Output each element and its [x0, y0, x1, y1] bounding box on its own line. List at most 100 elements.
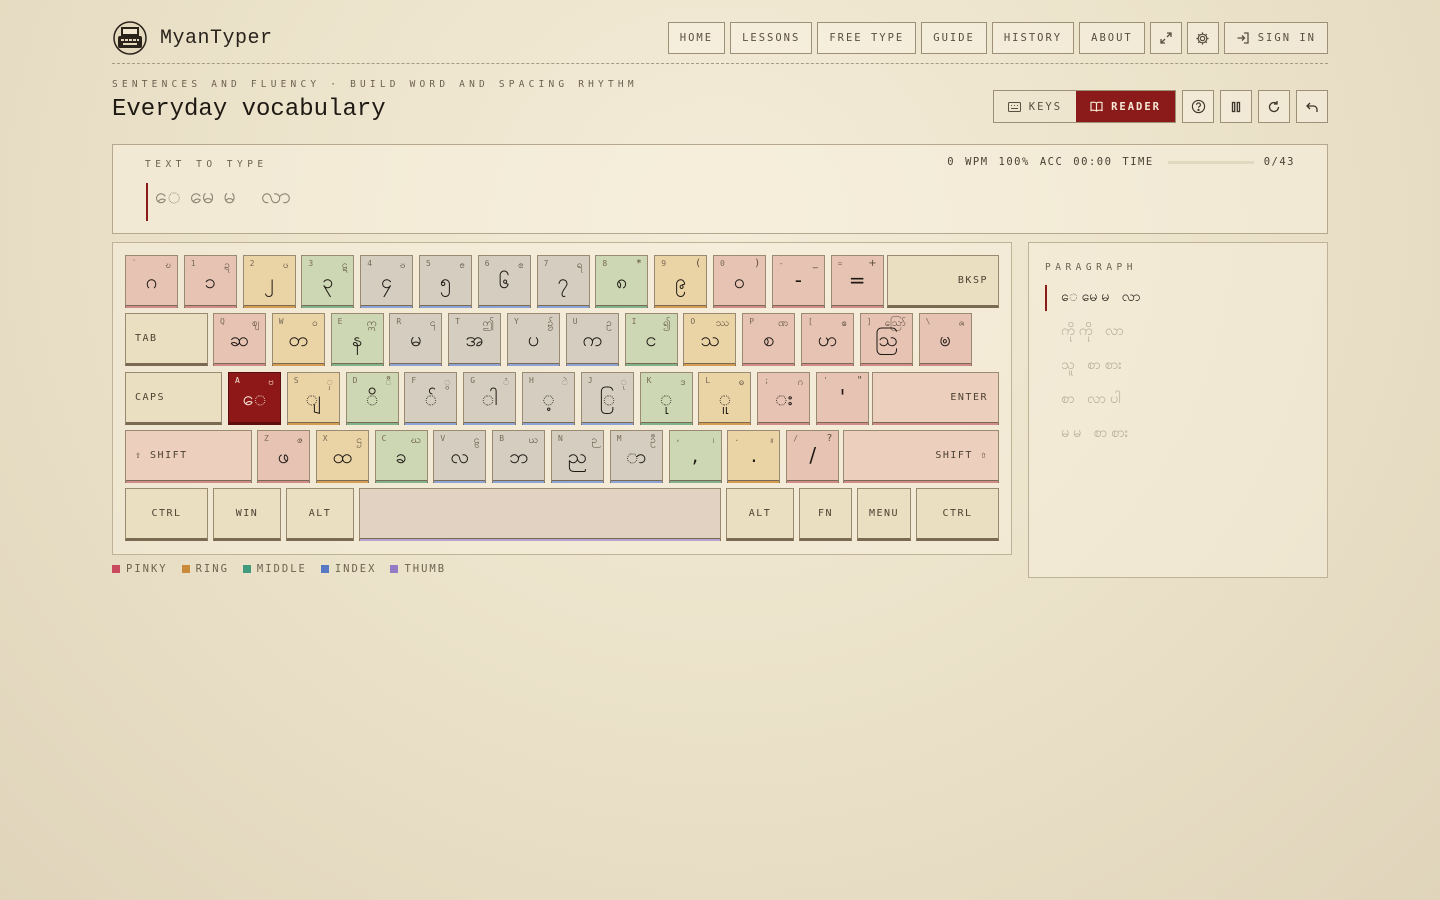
key-z[interactable]: Zဇဖ — [257, 430, 310, 483]
accuracy-label: ACC — [1039, 156, 1064, 168]
left-ctrl-key[interactable]: CTRL — [125, 488, 208, 541]
key-4[interactable]: 4ၓ၄ — [360, 255, 414, 308]
target-text[interactable]: ေမေမ လာ — [155, 181, 300, 214]
reader-mode-button[interactable]: READER — [1076, 91, 1175, 122]
key-7[interactable]: 7ရ၇ — [536, 255, 590, 308]
key-latin-label: 3 — [308, 259, 314, 268]
finger-underline — [346, 423, 398, 425]
key-g[interactable]: Gံါ — [463, 372, 517, 425]
key-2[interactable]: 2ၒ၂ — [242, 255, 296, 308]
space-key[interactable] — [359, 488, 721, 541]
key-a[interactable]: A ဗေ — [228, 372, 281, 425]
key-main-char: ဘ — [509, 444, 529, 468]
sign-in-button[interactable]: SIGN IN — [1223, 22, 1328, 54]
key-9[interactable]: 9(၉ — [654, 255, 708, 308]
nav-history-button[interactable]: HISTORY — [991, 22, 1075, 54]
key-latin-label: L — [705, 376, 711, 385]
key-;[interactable]: ; ဂး — [757, 372, 811, 425]
key-`[interactable]: ` ဎဂ — [125, 255, 178, 308]
key-0[interactable]: 0) ၀ — [713, 255, 766, 308]
key-f[interactable]: Fွ် — [404, 372, 458, 425]
key-label: SHIFT ⇧ — [935, 450, 988, 461]
right-shift-key[interactable]: SHIFT ⇧ — [843, 430, 999, 483]
key-d[interactable]: Dီိ — [345, 372, 399, 425]
key-i[interactable]: I ၍င — [624, 313, 678, 366]
key-t[interactable]: Tဤအ — [448, 313, 502, 366]
key-y[interactable]: Y ၌ပ — [507, 313, 560, 366]
key-u[interactable]: Uဥက — [565, 313, 619, 366]
key-main-char: န — [351, 327, 363, 351]
paragraph-panel: PARAGRAPH ေမေမ လာ ကိုကို လာ သူ စာစား စာ လာပ… — [1028, 242, 1328, 578]
app-logo[interactable]: MyanTyper — [112, 20, 273, 56]
left-shift-key[interactable]: ⇧ SHIFT — [125, 430, 252, 483]
restart-button[interactable] — [1258, 90, 1290, 123]
key-1[interactable]: 1ဍ၁ — [183, 255, 237, 308]
key-j[interactable]: Jုြ — [580, 372, 634, 425]
top-header: MyanTyper HOME LESSONS FREE TYPE GUIDE H… — [112, 18, 1328, 64]
nav-free-type-button[interactable]: FREE TYPE — [817, 22, 917, 54]
key-k[interactable]: K ဒု — [639, 372, 693, 425]
key-q[interactable]: Qဈဆ — [213, 313, 266, 366]
key-r[interactable]: R ၎မ — [389, 313, 443, 366]
key-3[interactable]: 3ဋ၃ — [301, 255, 355, 308]
nav-lessons-button[interactable]: LESSONS — [730, 22, 813, 54]
key-l[interactable]: L ဓူ — [698, 372, 752, 425]
key-main-char: သ — [700, 327, 720, 351]
key-e[interactable]: Eဣန — [330, 313, 384, 366]
key-n[interactable]: Nဉည — [551, 430, 604, 483]
nav-guide-button[interactable]: GUIDE — [921, 22, 987, 54]
back-button[interactable] — [1296, 90, 1328, 123]
key-main-char: / — [809, 443, 817, 467]
caps-lock-key[interactable]: CAPS — [125, 372, 222, 425]
key-5[interactable]: 5ၔ၅ — [419, 255, 472, 308]
right-alt-key[interactable]: ALT — [726, 488, 794, 541]
settings-button[interactable] — [1186, 22, 1219, 54]
nav-home-button[interactable]: HOME — [667, 22, 726, 54]
finger-underline — [917, 539, 998, 541]
fn-key[interactable]: FN — [799, 488, 852, 541]
key-main-char: - — [794, 268, 802, 292]
key-[[interactable]: [ဧဟ — [801, 313, 854, 366]
key-o[interactable]: Oဿသ — [683, 313, 737, 366]
enter-key[interactable]: ENTER — [872, 372, 999, 425]
right-ctrl-key[interactable]: CTRL — [916, 488, 999, 541]
left-alt-key[interactable]: ALT — [286, 488, 354, 541]
key-latin-label: J — [587, 376, 593, 385]
refresh-icon — [1268, 100, 1280, 112]
fullscreen-button[interactable] — [1149, 22, 1182, 54]
backspace-key[interactable]: BKSP — [887, 255, 999, 308]
key-main-char: ၉ — [675, 269, 687, 293]
key-,[interactable]: , ၊, — [668, 430, 722, 483]
key-label: ALT — [308, 508, 332, 519]
key-main-char: ေ — [242, 386, 267, 410]
key-w[interactable]: Wဝတ — [271, 313, 325, 366]
key-.[interactable]: . ။. — [727, 430, 781, 483]
key-main-char: တ — [288, 327, 309, 351]
key-m[interactable]: M ဦာ — [609, 430, 663, 483]
key-p[interactable]: Pဏစ — [742, 313, 796, 366]
key-/[interactable]: /? / — [786, 430, 840, 483]
key-b[interactable]: Bယဘ — [492, 430, 546, 483]
key-h[interactable]: Hဲ့ — [522, 372, 575, 425]
gear-icon — [1196, 31, 1209, 45]
key-c[interactable]: Cဃခ — [374, 430, 428, 483]
key-s[interactable]: Sှျ — [286, 372, 340, 425]
pause-button[interactable] — [1220, 90, 1252, 123]
finger-underline — [728, 481, 780, 483]
key-'[interactable]: ' " ' — [816, 372, 869, 425]
win-key[interactable]: WIN — [213, 488, 281, 541]
key--[interactable]: - _ - — [771, 255, 825, 308]
tab-key[interactable]: TAB — [125, 313, 208, 366]
key-][interactable]: ] ဪဩ — [859, 313, 913, 366]
key-\[interactable]: \ ၐၑ — [918, 313, 972, 366]
key-6[interactable]: 6ၕ၆ — [477, 255, 531, 308]
menu-key[interactable]: MENU — [857, 488, 911, 541]
keys-mode-button[interactable]: KEYS — [994, 91, 1076, 122]
nav-about-button[interactable]: ABOUT — [1079, 22, 1145, 54]
finger-underline — [420, 306, 471, 308]
key-=[interactable]: = + = — [830, 255, 884, 308]
help-button[interactable] — [1182, 90, 1214, 123]
key-v[interactable]: Vဠလ — [433, 430, 487, 483]
key-8[interactable]: 8 * ၈ — [595, 255, 649, 308]
key-x[interactable]: Xဌထ — [315, 430, 369, 483]
